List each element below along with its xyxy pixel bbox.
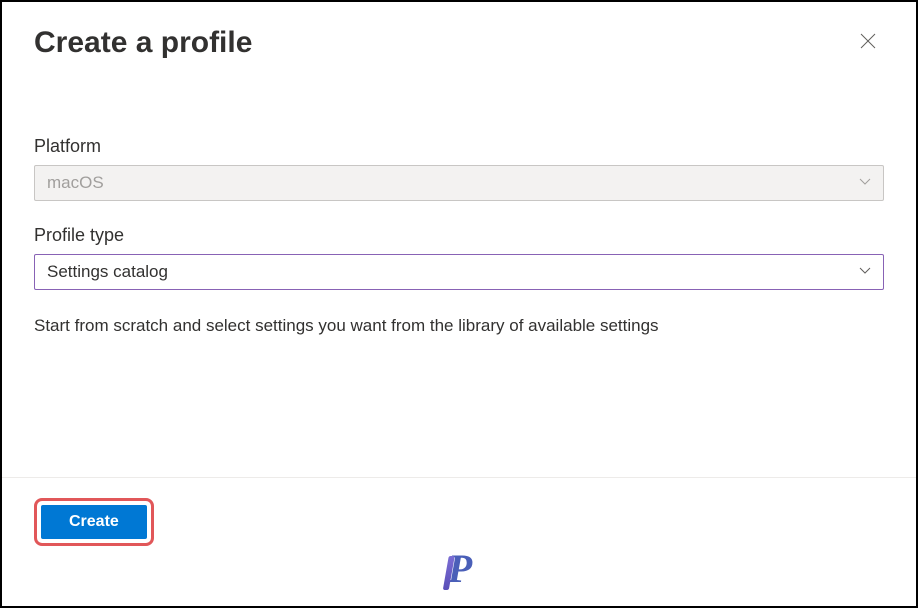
- profile-type-description: Start from scratch and select settings y…: [34, 314, 884, 338]
- close-button[interactable]: [852, 27, 884, 59]
- chevron-down-icon: [857, 262, 873, 283]
- platform-label: Platform: [34, 136, 884, 157]
- profile-type-dropdown[interactable]: Settings catalog: [34, 254, 884, 290]
- watermark-logo: P: [446, 545, 472, 592]
- profile-type-value: Settings catalog: [47, 262, 168, 282]
- profile-type-label: Profile type: [34, 225, 884, 246]
- platform-value: macOS: [47, 173, 104, 193]
- dialog-title: Create a profile: [34, 26, 252, 60]
- close-icon: [860, 33, 876, 54]
- create-button-highlight: Create: [34, 498, 154, 546]
- create-button[interactable]: Create: [41, 505, 147, 539]
- platform-dropdown: macOS: [34, 165, 884, 201]
- chevron-down-icon: [857, 173, 873, 194]
